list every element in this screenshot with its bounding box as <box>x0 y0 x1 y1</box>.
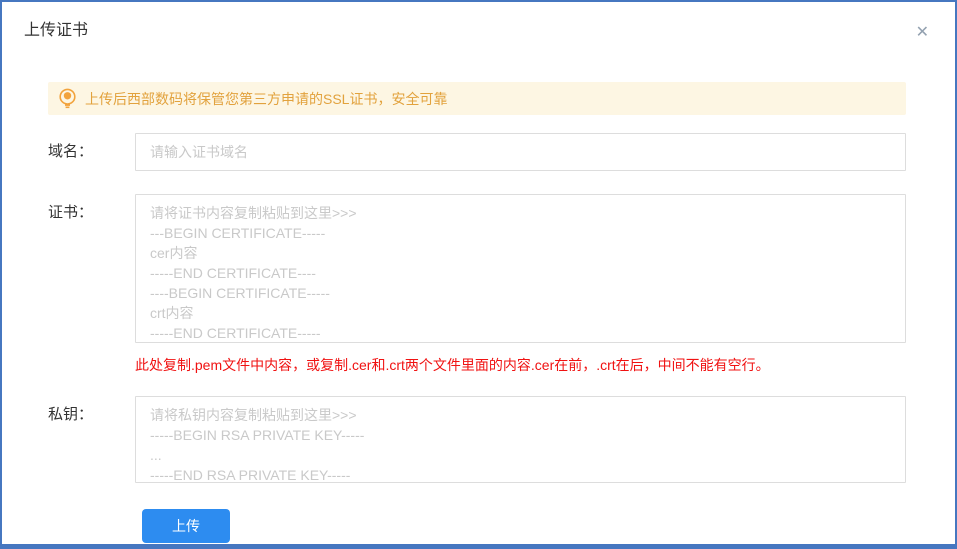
button-row: 上传 <box>142 509 955 543</box>
upload-button[interactable]: 上传 <box>142 509 230 543</box>
upload-certificate-dialog: 上传证书 ✕ 上传后西部数码将保管您第三方申请的SSL证书，安全可靠 域名： 证… <box>0 0 957 549</box>
certificate-hint: 此处复制.pem文件中内容，或复制.cer和.crt两个文件里面的内容.cer在… <box>135 357 770 373</box>
page-title: 上传证书 <box>24 22 89 39</box>
private-key-textarea[interactable] <box>135 396 906 483</box>
domain-row: 域名： <box>2 133 906 171</box>
close-icon[interactable]: ✕ <box>910 20 935 44</box>
private-key-row: 私钥： <box>2 396 906 483</box>
domain-input[interactable] <box>135 133 906 171</box>
certificate-textarea[interactable] <box>135 194 906 343</box>
lightbulb-icon <box>58 88 77 109</box>
certificate-row: 证书： <box>2 194 906 343</box>
private-key-label: 私钥： <box>48 406 94 423</box>
dialog-header: 上传证书 ✕ <box>2 2 955 44</box>
certificate-label: 证书： <box>48 204 94 221</box>
notice-text: 上传后西部数码将保管您第三方申请的SSL证书，安全可靠 <box>85 90 448 107</box>
notice-banner: 上传后西部数码将保管您第三方申请的SSL证书，安全可靠 <box>48 82 906 115</box>
domain-label: 域名： <box>48 143 94 160</box>
